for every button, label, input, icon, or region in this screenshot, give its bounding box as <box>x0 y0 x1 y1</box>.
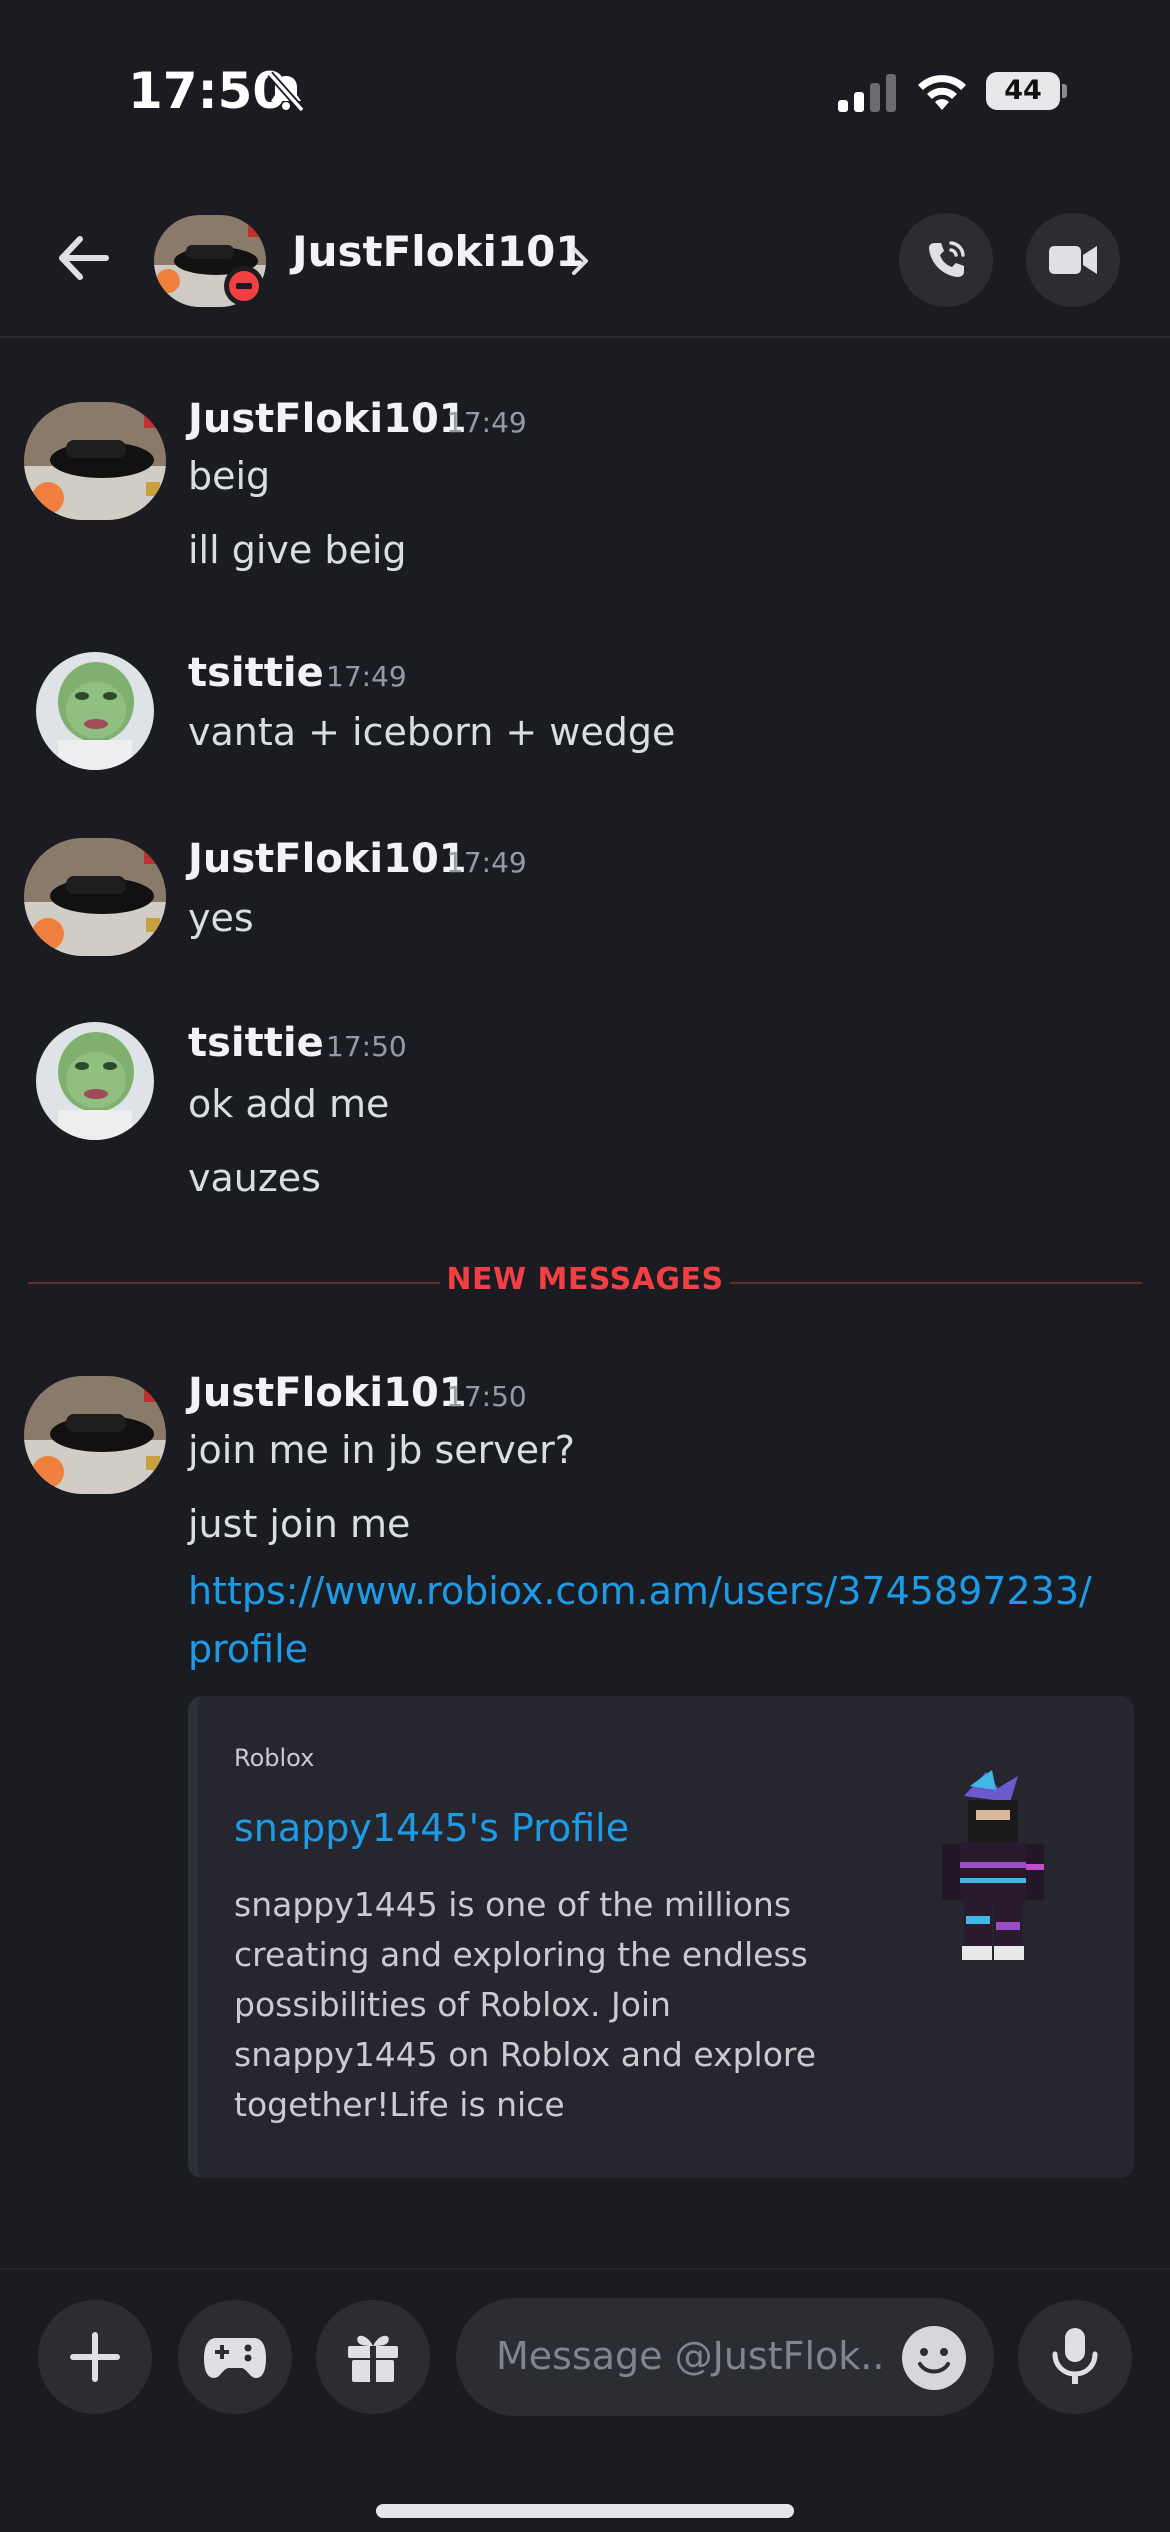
do-not-disturb-status-icon <box>224 266 264 306</box>
embed-title[interactable]: snappy1445's Profile <box>234 1806 629 1850</box>
message-author[interactable]: tsittie <box>188 1020 324 1066</box>
message-text: vanta + iceborn + wedge <box>188 710 676 754</box>
message-author[interactable]: JustFloki101 <box>188 836 467 882</box>
embed-provider[interactable]: Roblox <box>234 1744 314 1772</box>
status-bar: 17:50 44 <box>0 0 1170 185</box>
message-timestamp: 17:50 <box>446 1380 527 1413</box>
message-timestamp: 17:49 <box>446 406 527 439</box>
recipient-name[interactable]: JustFloki101 <box>292 227 585 276</box>
microphone-icon <box>1052 2328 1098 2384</box>
message-composer <box>0 2268 1170 2532</box>
chevron-right-icon[interactable] <box>568 241 592 281</box>
message-timestamp: 17:49 <box>446 846 527 879</box>
user-avatar[interactable] <box>36 1022 154 1140</box>
battery-nub <box>1062 84 1067 98</box>
smiley-icon <box>904 2328 964 2388</box>
message-author[interactable]: tsittie <box>188 650 324 696</box>
embed-description: snappy1445 is one of the millions creati… <box>234 1885 817 2124</box>
message-timestamp: 17:49 <box>326 660 407 693</box>
activities-button[interactable] <box>178 2300 292 2414</box>
user-avatar[interactable] <box>36 652 154 770</box>
message-timestamp: 17:50 <box>326 1030 407 1063</box>
back-arrow-icon[interactable] <box>50 225 116 291</box>
emoji-picker-button[interactable] <box>902 2326 966 2390</box>
voice-call-button[interactable] <box>899 213 993 307</box>
video-camera-icon <box>1049 246 1097 274</box>
message-author[interactable]: JustFloki101 <box>188 1370 467 1416</box>
message-text: join me in jb server? <box>188 1428 575 1472</box>
dm-screen: 17:50 44 JustFloki101 JustFloki101 17:49… <box>0 0 1170 2532</box>
message-author[interactable]: JustFloki101 <box>188 396 467 442</box>
video-call-button[interactable] <box>1026 213 1120 307</box>
add-attachment-button[interactable] <box>38 2300 152 2414</box>
plus-icon <box>70 2332 120 2382</box>
message-text: ok add me <box>188 1082 390 1126</box>
user-avatar[interactable] <box>24 1376 166 1494</box>
message-text: yes <box>188 896 254 940</box>
phone-call-icon <box>929 241 965 277</box>
user-avatar[interactable] <box>24 838 166 956</box>
user-avatar[interactable] <box>24 402 166 520</box>
gift-button[interactable] <box>316 2300 430 2414</box>
link-embed-card[interactable]: Roblox snappy1445's Profile snappy1445 i… <box>188 1696 1134 2178</box>
home-indicator <box>376 2504 794 2518</box>
message-input[interactable] <box>496 2326 896 2386</box>
message-text: just join me <box>188 1502 411 1546</box>
game-controller-icon <box>204 2338 266 2378</box>
message-input-wrapper <box>456 2298 994 2416</box>
new-messages-divider-label: NEW MESSAGES <box>440 1262 730 1297</box>
message-link-line[interactable]: https://www.robiox.com.am/users/37458972… <box>188 1569 1092 1613</box>
message-text: ill give beig <box>188 528 407 572</box>
gift-icon <box>348 2335 398 2382</box>
roblox-avatar-thumbnail[interactable] <box>926 1766 1056 1966</box>
message-text: vauzes <box>188 1156 321 1200</box>
cellular-signal-icon <box>838 74 896 112</box>
dm-header: JustFloki101 <box>0 185 1170 338</box>
message-link-line[interactable]: profile <box>188 1627 308 1671</box>
message-link[interactable]: https://www.robiox.com.am/users/37458972… <box>188 1562 1108 1678</box>
bell-muted-icon <box>267 71 305 113</box>
battery-indicator: 44 <box>986 72 1060 110</box>
voice-message-button[interactable] <box>1018 2300 1132 2414</box>
wifi-icon <box>918 75 966 110</box>
message-text: beig <box>188 454 271 498</box>
